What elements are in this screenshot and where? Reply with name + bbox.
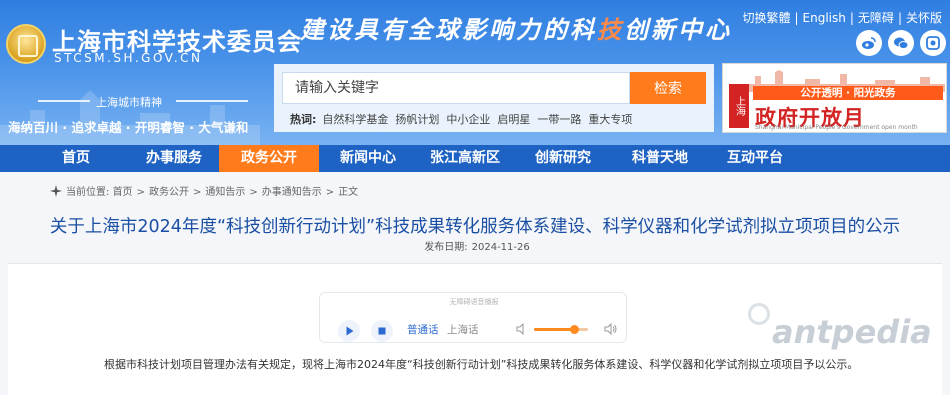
breadcrumb-notices[interactable]: 通知告示	[205, 187, 245, 198]
hot-term[interactable]: 启明星	[497, 113, 530, 126]
watermark: antpedia	[772, 313, 932, 351]
breadcrumb-gov-affairs[interactable]: 政务公开	[149, 187, 189, 198]
breadcrumb-home[interactable]: 首页	[113, 187, 133, 198]
hot-term[interactable]: 重大专项	[588, 113, 632, 126]
watermark-icon	[748, 303, 770, 325]
open-month-english: Shanghai Municipal People's Government o…	[755, 124, 918, 131]
stop-icon	[378, 327, 386, 335]
breadcrumb-current: 正文	[338, 187, 359, 198]
breadcrumb-sep: >	[325, 187, 335, 198]
nav-item-services[interactable]: 办事服务	[135, 145, 213, 172]
nav-item-innovation[interactable]: 创新研究	[525, 145, 601, 172]
open-month-side: 上海	[729, 84, 749, 128]
volume-knob[interactable]	[570, 325, 579, 334]
top-link-sep: |	[897, 11, 902, 25]
stop-button[interactable]	[371, 320, 393, 342]
hot-terms: 热词: 自然科学基金 扬帆计划 中小企业 启明星 一带一路 重大专项	[290, 111, 639, 127]
voice-player: 无障碍语音播报 普通话 上海话	[319, 292, 627, 343]
breadcrumb-sep: >	[192, 187, 202, 198]
player-header: 无障碍语音播报	[449, 298, 499, 306]
hot-term[interactable]: 自然科学基金	[322, 113, 388, 126]
breadcrumb-sep: >	[136, 187, 145, 198]
site-domain: STCSM.SH.GOV.CN	[54, 51, 203, 65]
breadcrumb: 当前位置: 首页 > 政务公开 > 通知告示 > 办事通知告示 > 正文	[50, 183, 358, 200]
city-spirit: 海纳百川 · 追求卓越 · 开明睿智 · 大气谦和	[8, 120, 249, 135]
volume-fill	[534, 328, 575, 331]
hot-terms-label: 热词:	[290, 113, 317, 126]
volume-high-icon[interactable]	[604, 322, 618, 336]
nav-item-gov-affairs[interactable]: 政务公开	[219, 145, 319, 172]
open-month-ribbon: 公开透明 · 阳光政务	[753, 86, 943, 100]
search-input[interactable]	[282, 72, 630, 104]
search-panel: 检索 热词: 自然科学基金扬帆计划中小企业启明星一带一路重大专项	[274, 64, 714, 132]
hot-term[interactable]: 扬帆计划	[395, 113, 439, 126]
breadcrumb-prefix: 当前位置:	[66, 187, 110, 198]
app-icon[interactable]	[920, 30, 946, 56]
nav-item-zhangjiang[interactable]: 张江高新区	[420, 145, 510, 172]
nav-item-home[interactable]: 首页	[40, 145, 112, 172]
publish-date-value: 2024-11-26	[471, 242, 530, 253]
calligraphy-highlight: 技	[597, 15, 624, 44]
article-paragraph: 根据市科技计划项目管理办法有关规定，现将上海市2024年度“科技创新行动计划”科…	[82, 355, 872, 374]
top-link-sep: |	[849, 11, 854, 25]
top-links: 切换繁體 | English | 无障碍 | 关怀版	[742, 9, 942, 26]
publish-date: 发布日期: 2024-11-26	[0, 238, 950, 253]
calligraphy-part-1: 建设具有全球影响力的科	[300, 15, 597, 44]
weibo-icon[interactable]	[856, 30, 882, 56]
lang-shanghai-option[interactable]: 上海话	[447, 322, 479, 337]
play-icon	[346, 326, 354, 336]
volume-slider[interactable]	[534, 325, 588, 334]
traditional-chinese-link[interactable]: 切换繁體	[742, 11, 790, 25]
nav-item-science-pop[interactable]: 科普天地	[622, 145, 698, 172]
english-link[interactable]: English	[803, 11, 846, 25]
slogan-line-right	[176, 100, 248, 102]
article-paragraph-text: 根据市科技计划项目管理办法有关规定，现将上海市2024年度“科技创新行动计划”科…	[104, 358, 859, 371]
search-button[interactable]: 检索	[630, 72, 706, 104]
calligraphy-part-2: 创新中心	[624, 15, 732, 44]
calligraphy-slogan: 建设具有全球影响力的科技创新中心	[300, 10, 732, 45]
care-mode-link[interactable]: 关怀版	[906, 11, 942, 25]
volume-low-icon[interactable]	[516, 323, 528, 335]
article-title: 关于上海市2024年度“科技创新行动计划”科技成果转化服务体系建设、科学仪器和化…	[49, 217, 901, 237]
hot-term[interactable]: 中小企业	[446, 113, 490, 126]
nav-item-news[interactable]: 新闻中心	[330, 145, 406, 172]
open-month-banner[interactable]: 上海 公开透明 · 阳光政务 政府开放月 Shanghai Municipal …	[722, 63, 947, 133]
site-header: 上海市科学技术委员会 STCSM.SH.GOV.CN 上海城市精神 海纳百川 ·…	[0, 0, 950, 145]
publish-date-label: 发布日期:	[424, 242, 468, 253]
slogan-title: 上海城市精神	[96, 96, 162, 109]
top-link-sep: |	[794, 11, 799, 25]
breadcrumb-service-notices[interactable]: 办事通知告示	[262, 187, 322, 198]
slogan-line-left	[38, 100, 90, 102]
logo-emblem[interactable]	[6, 24, 46, 64]
main-nav: 首页 办事服务 政务公开 新闻中心 张江高新区 创新研究 科普天地 互动平台	[0, 145, 950, 172]
location-icon	[50, 184, 62, 200]
lang-mandarin-option[interactable]: 普通话	[407, 322, 439, 337]
hot-term[interactable]: 一带一路	[537, 113, 581, 126]
breadcrumb-sep: >	[249, 187, 258, 198]
accessibility-link[interactable]: 无障碍	[858, 11, 894, 25]
wechat-icon[interactable]	[888, 30, 914, 56]
nav-item-interaction[interactable]: 互动平台	[717, 145, 793, 172]
play-button[interactable]	[338, 320, 360, 342]
